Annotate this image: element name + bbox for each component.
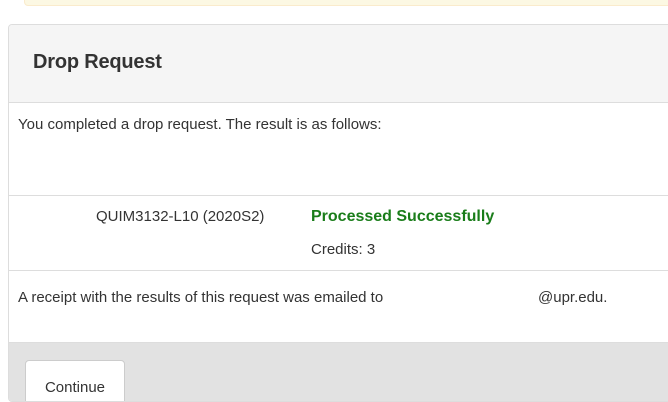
alert-banner <box>24 0 668 6</box>
redacted-email-user <box>452 281 538 319</box>
drop-request-panel: Drop Request You completed a drop reques… <box>8 24 668 402</box>
status-text: Processed Successfully <box>311 208 495 225</box>
email-domain: @upr.edu. <box>538 289 608 306</box>
credits-text: Credits: 3 <box>311 241 376 258</box>
receipt-row: A receipt with the results of this reque… <box>9 271 668 343</box>
intro-text: You completed a drop request. The result… <box>18 116 382 133</box>
panel-title: Drop Request <box>33 51 162 73</box>
panel-footer: Continue <box>9 343 668 401</box>
continue-button[interactable]: Continue <box>25 360 125 401</box>
course-result-row: QUIM3132-L10 (2020S2) Processed Successf… <box>9 196 668 271</box>
panel-heading: Drop Request <box>9 25 668 103</box>
receipt-text: A receipt with the results of this reque… <box>18 289 384 306</box>
intro-row: You completed a drop request. The result… <box>9 103 668 196</box>
course-code: QUIM3132-L10 (2020S2) <box>96 208 265 225</box>
